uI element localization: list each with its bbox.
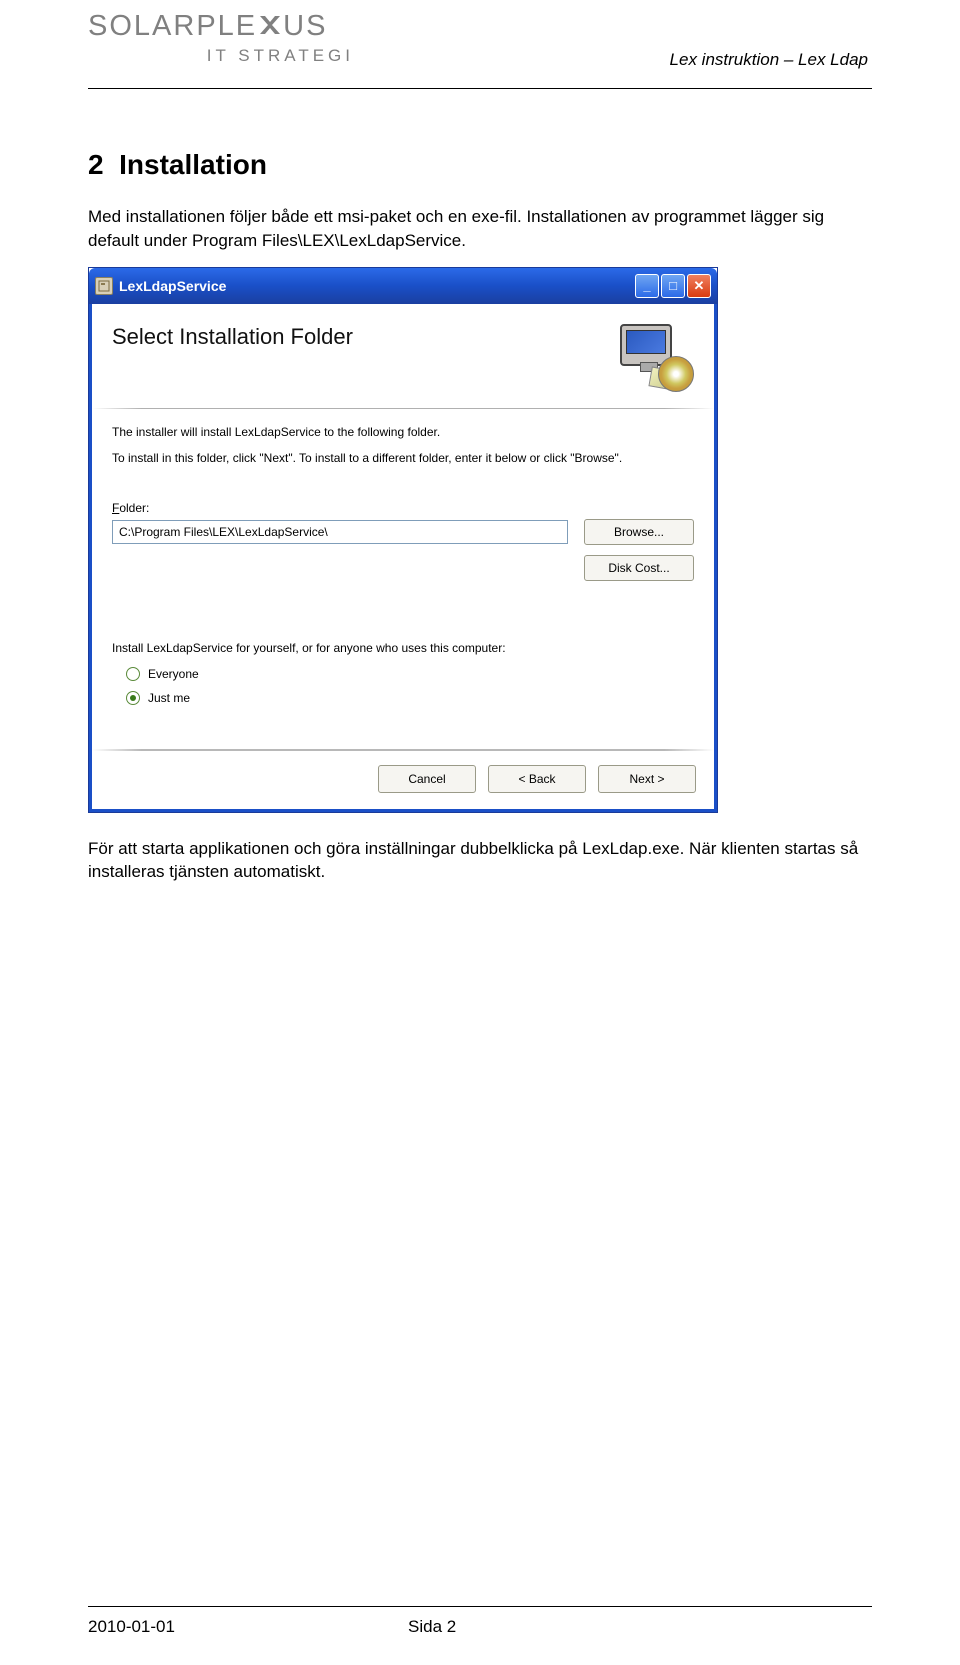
everyone-radio[interactable] <box>126 667 140 681</box>
window-title: LexLdapService <box>119 278 635 294</box>
installer-text-2: To install in this folder, click "Next".… <box>112 451 694 465</box>
installer-heading: Select Installation Folder <box>112 324 353 350</box>
after-paragraph: För att starta applikationen och göra in… <box>88 837 872 885</box>
titlebar[interactable]: LexLdapService _ □ ✕ <box>89 268 717 304</box>
document-title: Lex instruktion – Lex Ldap <box>670 50 872 70</box>
folder-input[interactable]: C:\Program Files\LEX\LexLdapService\ <box>112 520 568 544</box>
browse-button[interactable]: Browse... <box>584 519 694 545</box>
logo-text-after: US <box>283 10 327 42</box>
page-header: SOLARPLE US IT STRATEGI Lex instruktion –… <box>88 0 872 70</box>
installer-icon <box>95 277 113 295</box>
section-heading: 2 Installation <box>88 149 872 181</box>
divider <box>92 408 714 409</box>
logo-x-icon <box>258 11 282 44</box>
justme-radio[interactable] <box>126 691 140 705</box>
next-button[interactable]: Next > <box>598 765 696 793</box>
installer-text-1: The installer will install LexLdapServic… <box>112 425 694 439</box>
minimize-button[interactable]: _ <box>635 274 659 298</box>
cancel-button[interactable]: Cancel <box>378 765 476 793</box>
folder-label: Folder: <box>112 501 694 515</box>
installer-graphic-icon <box>614 324 694 394</box>
justme-label: Just me <box>148 691 190 705</box>
disk-cost-button[interactable]: Disk Cost... <box>584 555 694 581</box>
logo-text-before: SOLARPLE <box>88 10 257 42</box>
everyone-label: Everyone <box>148 667 199 681</box>
close-button[interactable]: ✕ <box>687 274 711 298</box>
footer-divider <box>88 1606 872 1607</box>
footer-page: Sida 2 <box>408 1617 456 1637</box>
installer-window: LexLdapService _ □ ✕ Select Installation… <box>88 267 718 813</box>
page-footer: 2010-01-01 Sida 2 <box>88 1606 872 1637</box>
logo: SOLARPLE US IT STRATEGI <box>88 10 358 66</box>
logo-subtitle: IT STRATEGI <box>88 46 358 66</box>
scope-text: Install LexLdapService for yourself, or … <box>112 641 694 655</box>
back-button[interactable]: < Back <box>488 765 586 793</box>
footer-date: 2010-01-01 <box>88 1617 408 1637</box>
section-paragraph: Med installationen följer både ett msi-p… <box>88 205 872 253</box>
header-divider <box>88 88 872 89</box>
maximize-button[interactable]: □ <box>661 274 685 298</box>
